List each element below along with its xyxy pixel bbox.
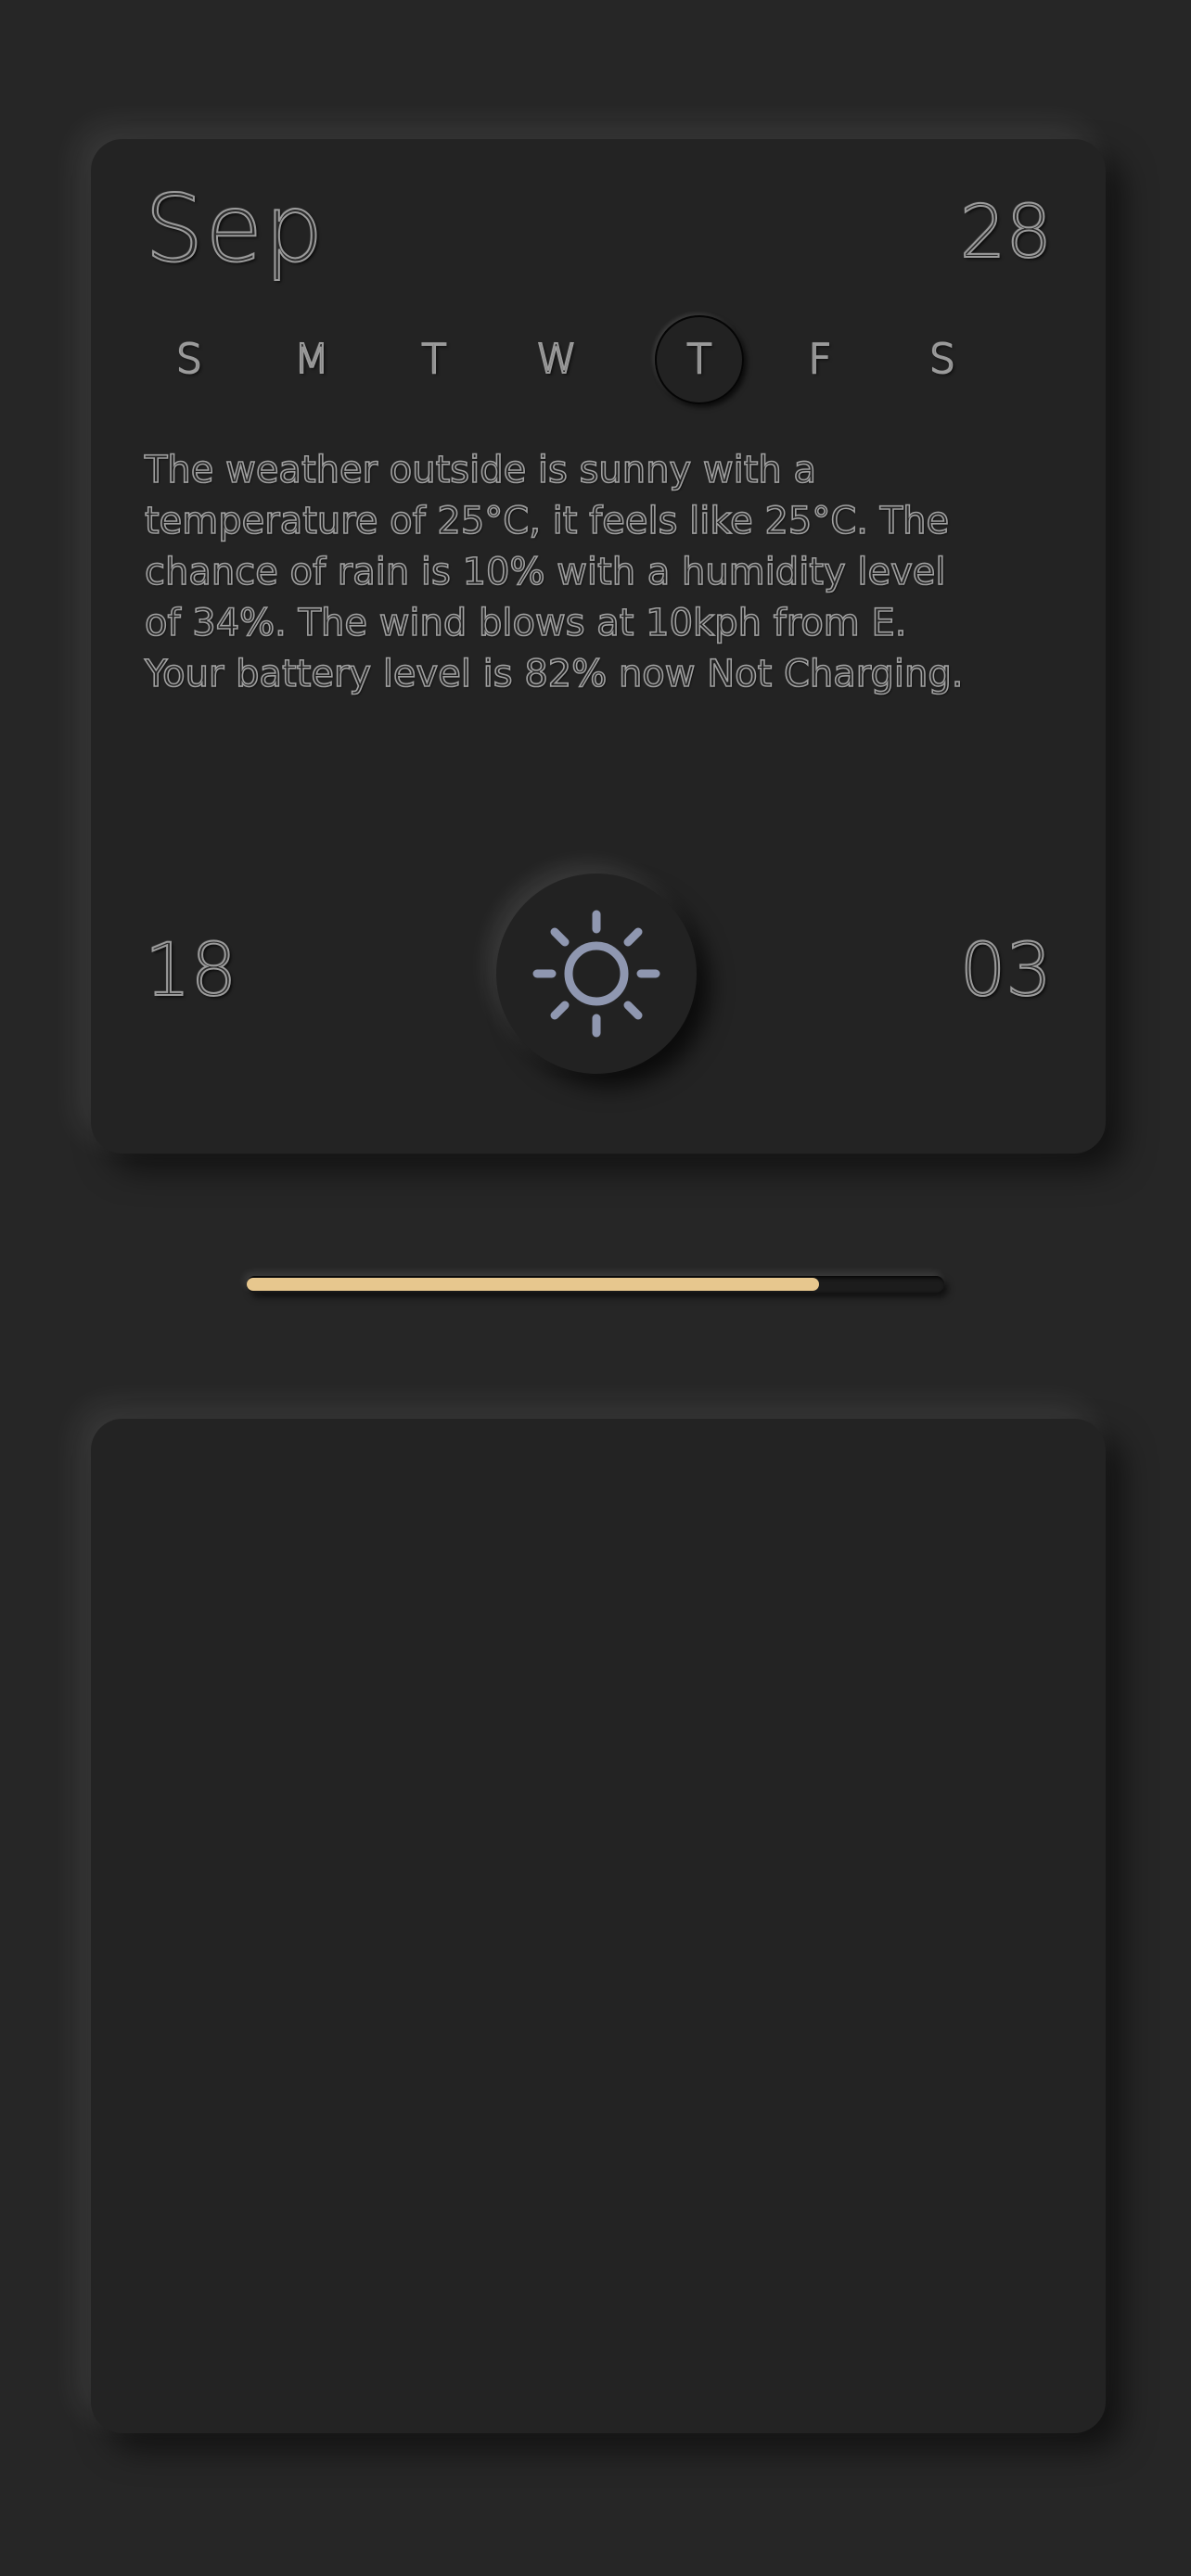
clock-minute: 03 xyxy=(959,928,1053,1014)
empty-card xyxy=(91,1419,1106,2433)
battery-level-bar xyxy=(247,1276,944,1293)
weekday-friday: F xyxy=(807,335,832,384)
weather-icon-button[interactable] xyxy=(496,874,697,1074)
weekday-saturday: S xyxy=(928,335,956,384)
sun-icon xyxy=(532,910,660,1038)
weekday-tuesday: T xyxy=(421,335,448,384)
weekday-sunday: S xyxy=(175,335,203,384)
weather-description: The weather outside is sunny with a temp… xyxy=(144,448,964,696)
battery-level-fill xyxy=(247,1278,819,1291)
weekday-monday: M xyxy=(293,335,330,384)
weekday-thursday-current: T xyxy=(655,315,744,404)
clock-hour: 18 xyxy=(144,928,237,1014)
widget-screen: Sep 28 S M T W T F S The weather outside… xyxy=(0,0,1191,2576)
calendar-weather-card: Sep 28 S M T W T F S The weather outside… xyxy=(91,139,1106,1154)
day-number: 28 xyxy=(959,190,1053,275)
month-label: Sep xyxy=(144,173,326,284)
weekday-row: S M T W T F S xyxy=(145,315,1035,408)
weekday-wednesday: W xyxy=(535,335,578,384)
